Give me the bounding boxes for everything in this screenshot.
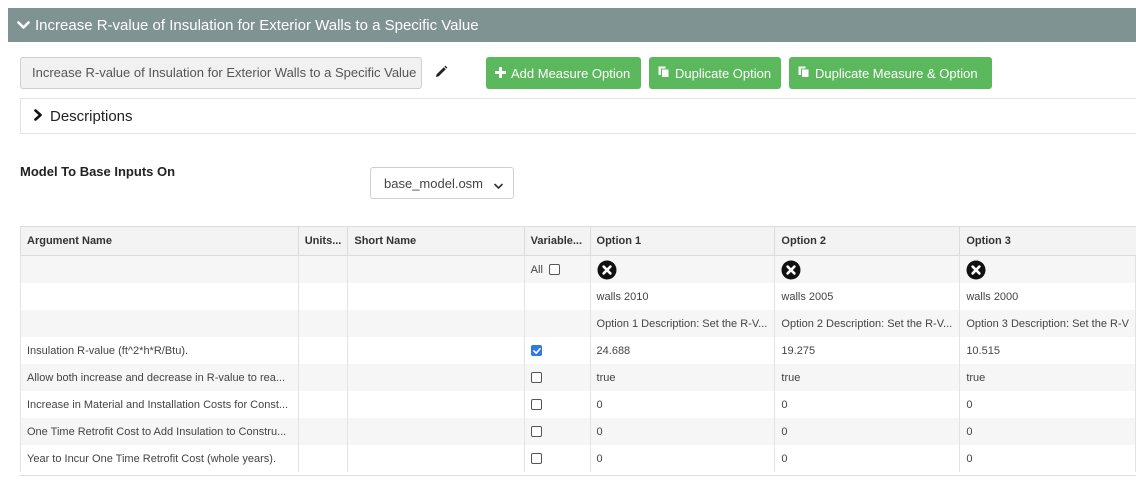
duplicate-option-button[interactable]: Duplicate Option [649, 57, 781, 89]
option-description-cell[interactable]: Option 3 Description: Set the R-V [959, 310, 1136, 337]
argument-value-cell[interactable]: 0 [959, 445, 1136, 472]
option-name-cell[interactable]: walls 2010 [589, 283, 776, 310]
table-row: One Time Retrofit Cost to Add Insulation… [20, 418, 1136, 445]
argument-value-cell[interactable]: true [774, 364, 961, 391]
column-header-variable[interactable]: Variable... [523, 226, 591, 256]
column-header-short-name[interactable]: Short Name [347, 226, 525, 256]
table-row: Increase in Material and Installation Co… [20, 391, 1136, 418]
chevron-down-icon[interactable] [17, 19, 30, 32]
argument-name-cell: Allow both increase and decrease in R-va… [20, 364, 299, 391]
measure-header-bar[interactable]: Increase R-value of Insulation for Exter… [8, 8, 1136, 42]
table-row: Allow both increase and decrease in R-va… [20, 364, 1136, 391]
column-header-units[interactable]: Units... [297, 226, 349, 256]
chevron-down-icon [494, 179, 503, 194]
table-bottom-divider [20, 475, 1136, 476]
argument-value-cell[interactable]: 0 [589, 418, 776, 445]
model-label: Model To Base Inputs On [20, 164, 176, 179]
model-select[interactable]: base_model.osm [370, 167, 514, 199]
argument-value-cell[interactable]: 0 [959, 391, 1136, 418]
argument-value-cell[interactable]: 0 [959, 418, 1136, 445]
duplicate-option-label: Duplicate Option [675, 65, 772, 81]
variable-checkbox[interactable] [530, 372, 542, 384]
option-delete-row: All [20, 255, 1136, 283]
argument-name-cell: Year to Incur One Time Retrofit Cost (wh… [20, 445, 299, 472]
option-name-cell[interactable]: walls 2000 [959, 283, 1136, 310]
argument-value-cell[interactable]: 19.275 [774, 337, 961, 364]
variable-checkbox[interactable] [530, 399, 542, 411]
close-circle-icon[interactable] [781, 260, 801, 280]
arguments-table: Argument Name Units... Short Name Variab… [20, 226, 1136, 472]
variable-checkbox[interactable] [530, 426, 542, 438]
table-row: Year to Incur One Time Retrofit Cost (wh… [20, 445, 1136, 472]
argument-value-cell[interactable]: 10.515 [959, 337, 1136, 364]
copy-icon [798, 66, 810, 81]
plus-icon [495, 66, 506, 81]
argument-value-cell[interactable]: 0 [774, 391, 961, 418]
model-select-value: base_model.osm [384, 175, 483, 191]
add-measure-option-label: Add Measure Option [511, 65, 631, 81]
duplicate-measure-option-button[interactable]: Duplicate Measure & Option [789, 57, 992, 89]
variable-all-checkbox[interactable] [548, 264, 560, 276]
duplicate-measure-option-label: Duplicate Measure & Option [815, 65, 978, 81]
column-header-argument-name[interactable]: Argument Name [20, 226, 299, 256]
option-description-cell[interactable]: Option 1 Description: Set the R-V... [589, 310, 776, 337]
table-header-row: Argument Name Units... Short Name Variab… [20, 226, 1136, 256]
copy-icon [658, 66, 670, 81]
pencil-icon[interactable] [433, 64, 449, 80]
argument-value-cell[interactable]: true [959, 364, 1136, 391]
measure-name-input[interactable]: Increase R-value of Insulation for Exter… [20, 57, 422, 89]
column-header-option-1[interactable]: Option 1 [589, 226, 776, 256]
variable-checkbox[interactable] [530, 345, 542, 357]
descriptions-label: Descriptions [50, 107, 133, 125]
table-row: Insulation R-value (ft^2*h*R/Btu). 24.68… [20, 337, 1136, 364]
close-circle-icon[interactable] [966, 260, 986, 280]
argument-value-cell[interactable]: 0 [774, 418, 961, 445]
argument-value-cell[interactable]: true [589, 364, 776, 391]
measure-header-title: Increase R-value of Insulation for Exter… [35, 16, 479, 34]
descriptions-toggle[interactable]: Descriptions [20, 98, 1136, 134]
option-description-row: Option 1 Description: Set the R-V... Opt… [20, 310, 1136, 337]
option-name-row: walls 2010 walls 2005 walls 2000 [20, 283, 1136, 310]
column-header-option-3[interactable]: Option 3 [959, 226, 1136, 256]
add-measure-option-button[interactable]: Add Measure Option [486, 57, 641, 89]
column-header-option-2[interactable]: Option 2 [774, 226, 961, 256]
chevron-right-icon [33, 108, 43, 125]
variable-all-label: All [530, 263, 543, 276]
argument-name-cell: Increase in Material and Installation Co… [20, 391, 299, 418]
argument-value-cell[interactable]: 0 [589, 445, 776, 472]
close-circle-icon[interactable] [597, 260, 617, 280]
option-name-cell[interactable]: walls 2005 [774, 283, 961, 310]
argument-name-cell: One Time Retrofit Cost to Add Insulation… [20, 418, 299, 445]
argument-value-cell[interactable]: 0 [589, 391, 776, 418]
argument-value-cell[interactable]: 0 [774, 445, 961, 472]
option-description-cell[interactable]: Option 2 Description: Set the R-V... [774, 310, 961, 337]
argument-name-cell: Insulation R-value (ft^2*h*R/Btu). [20, 337, 299, 364]
variable-checkbox[interactable] [530, 453, 542, 465]
argument-value-cell[interactable]: 24.688 [589, 337, 776, 364]
